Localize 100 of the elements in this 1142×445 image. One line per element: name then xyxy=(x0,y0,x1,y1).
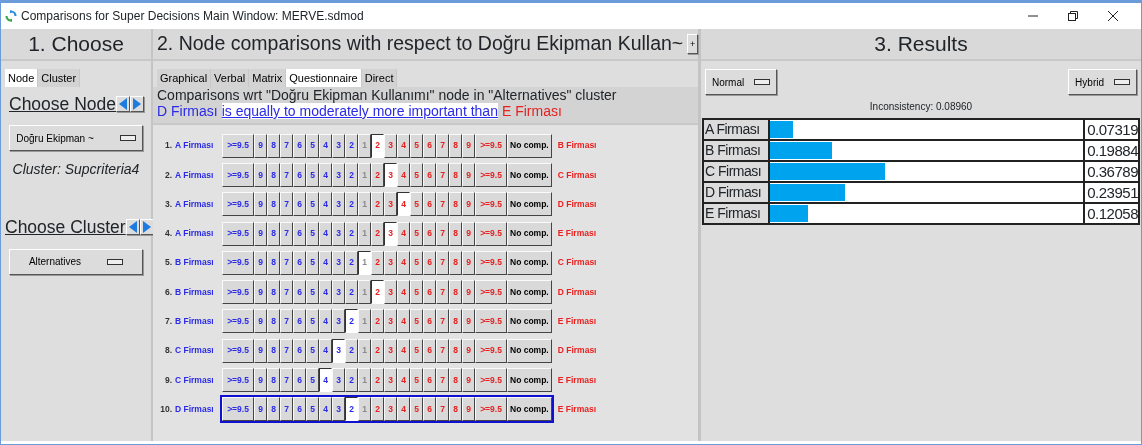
scale-button[interactable]: 5 xyxy=(410,250,423,275)
scale-button[interactable]: 5 xyxy=(306,338,319,363)
scale-button[interactable]: 5 xyxy=(410,280,423,305)
scale-button[interactable]: 3 xyxy=(384,221,397,246)
scale-button[interactable]: 7 xyxy=(280,250,293,275)
scale-button[interactable]: >=9.5 xyxy=(475,133,507,158)
previous-button[interactable] xyxy=(125,219,140,236)
scale-button[interactable]: 4 xyxy=(319,280,332,305)
scale-button[interactable]: 9 xyxy=(254,397,267,422)
scale-button[interactable]: 8 xyxy=(267,221,280,246)
scale-button[interactable]: 4 xyxy=(319,338,332,363)
scale-button[interactable]: 8 xyxy=(267,133,280,158)
scale-button[interactable]: 4 xyxy=(397,397,410,422)
scale-button[interactable]: No comp. xyxy=(507,192,552,217)
scale-button[interactable]: 9 xyxy=(462,309,475,334)
scale-button[interactable]: 8 xyxy=(267,397,280,422)
tab[interactable]: Matrix xyxy=(249,69,287,87)
scale-button[interactable]: 6 xyxy=(293,397,306,422)
scale-button[interactable]: >=9.5 xyxy=(222,133,254,158)
scale-button[interactable]: No comp. xyxy=(507,250,552,275)
scale-button[interactable]: 9 xyxy=(254,221,267,246)
scale-button[interactable]: 7 xyxy=(280,338,293,363)
scale-button[interactable]: 9 xyxy=(462,221,475,246)
scale-button[interactable]: 3 xyxy=(332,250,345,275)
scale-button[interactable]: 3 xyxy=(384,280,397,305)
scale-button[interactable]: 6 xyxy=(293,221,306,246)
scale-button[interactable]: 7 xyxy=(436,192,449,217)
scale-button[interactable]: >=9.5 xyxy=(475,162,507,187)
tab[interactable]: Verbal xyxy=(211,69,250,87)
scale-button[interactable]: 3 xyxy=(332,368,345,392)
scale-button[interactable]: 3 xyxy=(384,368,397,392)
scale-button[interactable]: 6 xyxy=(423,250,436,275)
scale-button[interactable]: 7 xyxy=(280,309,293,334)
scale-button[interactable]: 4 xyxy=(319,192,332,217)
scale-button[interactable]: 3 xyxy=(384,192,397,217)
scale-button[interactable]: 6 xyxy=(423,309,436,334)
scale-button[interactable]: 7 xyxy=(436,309,449,334)
scale-button[interactable]: 6 xyxy=(293,133,306,158)
scale-button[interactable]: 8 xyxy=(267,368,280,392)
scale-button[interactable]: 7 xyxy=(436,250,449,275)
scale-button[interactable]: No comp. xyxy=(507,309,552,334)
scale-button[interactable]: >=9.5 xyxy=(475,309,507,334)
scale-button[interactable]: 2 xyxy=(345,162,358,187)
scale-button[interactable]: No comp. xyxy=(507,221,552,246)
scale-button[interactable]: 2 xyxy=(345,250,358,275)
scale-button[interactable]: 2 xyxy=(371,192,384,217)
scale-button[interactable]: >=9.5 xyxy=(475,221,507,246)
scale-button[interactable]: 3 xyxy=(332,280,345,305)
scale-button[interactable]: 2 xyxy=(345,368,358,392)
scale-button[interactable]: 5 xyxy=(306,368,319,392)
scale-button[interactable]: 5 xyxy=(410,338,423,363)
scale-button[interactable]: 6 xyxy=(293,250,306,275)
scale-button[interactable]: >=9.5 xyxy=(475,250,507,275)
scale-button[interactable]: 5 xyxy=(306,221,319,246)
scale-button[interactable]: 5 xyxy=(410,397,423,422)
scale-button[interactable]: >=9.5 xyxy=(222,192,254,217)
scale-button[interactable]: 8 xyxy=(449,250,462,275)
scale-button[interactable]: 1 xyxy=(358,250,371,275)
scale-button[interactable]: 2 xyxy=(345,309,358,334)
scale-button[interactable]: 7 xyxy=(436,397,449,422)
scale-button[interactable]: 6 xyxy=(423,280,436,305)
scale-button[interactable]: 2 xyxy=(345,338,358,363)
scale-button[interactable]: 5 xyxy=(410,133,423,158)
scale-button[interactable]: 4 xyxy=(319,250,332,275)
scale-button[interactable]: 4 xyxy=(397,133,410,158)
scale-button[interactable]: 3 xyxy=(332,133,345,158)
scale-button[interactable]: 9 xyxy=(254,338,267,363)
scale-button[interactable]: 4 xyxy=(397,280,410,305)
scale-button[interactable]: 4 xyxy=(397,192,410,217)
scale-button[interactable]: 7 xyxy=(280,368,293,392)
scale-button[interactable]: 4 xyxy=(319,309,332,334)
scale-button[interactable]: 9 xyxy=(254,250,267,275)
scale-button[interactable]: >=9.5 xyxy=(475,280,507,305)
tab[interactable]: Cluster xyxy=(38,69,81,87)
verdict-link[interactable]: is equally to moderately more important than xyxy=(221,103,498,119)
scale-button[interactable]: 3 xyxy=(332,162,345,187)
scale-button[interactable]: 8 xyxy=(449,280,462,305)
scale-button[interactable]: 3 xyxy=(332,221,345,246)
scale-button[interactable]: 2 xyxy=(371,397,384,422)
scale-button[interactable]: 6 xyxy=(423,221,436,246)
scale-button[interactable]: 5 xyxy=(410,309,423,334)
scale-button[interactable]: 8 xyxy=(449,221,462,246)
scale-button[interactable]: 9 xyxy=(254,309,267,334)
scale-button[interactable]: 8 xyxy=(267,338,280,363)
scale-button[interactable]: 8 xyxy=(267,192,280,217)
scale-button[interactable]: 5 xyxy=(410,162,423,187)
scale-button[interactable]: 2 xyxy=(345,221,358,246)
scale-button[interactable]: 2 xyxy=(371,368,384,392)
scale-button[interactable]: 8 xyxy=(449,162,462,187)
tab[interactable]: Graphical xyxy=(157,69,212,87)
scale-button[interactable]: 7 xyxy=(280,162,293,187)
scale-button[interactable]: 8 xyxy=(449,133,462,158)
scale-button[interactable]: 2 xyxy=(371,221,384,246)
previous-button[interactable] xyxy=(116,96,131,113)
scale-button[interactable]: >=9.5 xyxy=(222,309,254,334)
next-button[interactable] xyxy=(130,96,145,113)
tab[interactable]: Direct xyxy=(361,69,398,87)
scale-button[interactable]: 2 xyxy=(371,309,384,334)
scale-button[interactable]: 4 xyxy=(397,368,410,392)
scale-button[interactable]: 6 xyxy=(293,162,306,187)
